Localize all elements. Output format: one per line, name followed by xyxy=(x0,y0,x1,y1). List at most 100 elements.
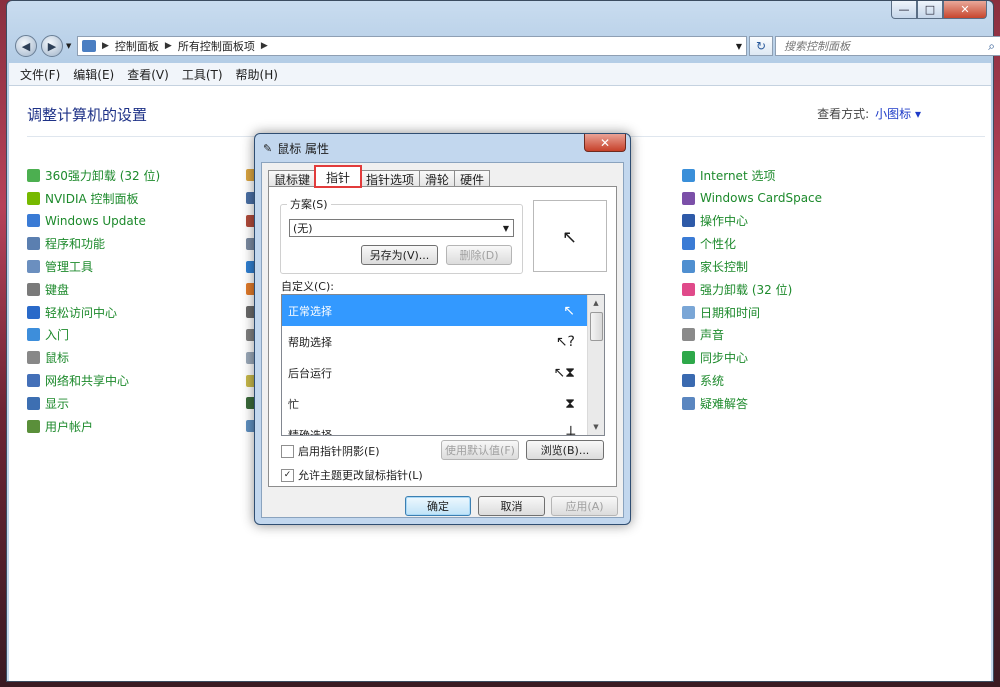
menu-view[interactable]: 查看(V) xyxy=(127,66,169,83)
back-arrow-icon: ◀ xyxy=(21,39,31,53)
menu-tools[interactable]: 工具(T) xyxy=(182,66,223,83)
item-label: 显示 xyxy=(45,396,70,411)
enable-shadow-checkbox[interactable]: 启用指针阴影(E) xyxy=(281,443,380,459)
control-panel-item[interactable]: 系统 xyxy=(682,369,822,392)
address-bar[interactable]: ▶ 控制面板 ▶ 所有控制面板项 ▶ ▼ xyxy=(77,36,747,56)
watermark-main: Bai du 经验 xyxy=(723,604,936,645)
menu-edit[interactable]: 编辑(E) xyxy=(73,66,114,83)
cursor-list-item[interactable]: 正常选择 ↖ xyxy=(282,295,587,326)
recent-pages-dropdown[interactable]: ▼ xyxy=(66,42,71,50)
maximize-button[interactable]: □ xyxy=(917,1,943,19)
control-panel-item[interactable]: 键盘 xyxy=(27,278,160,301)
item-label: 家长控制 xyxy=(700,260,749,275)
cursor-list-item[interactable]: 精确选择 ┼ xyxy=(282,419,587,436)
cursor-list[interactable]: 精确选择 ┼ 忙 ⧗ 后台运行 ↖⧗ 帮助选择 ↖? 正常选择 ↖ ▲ ▼ xyxy=(281,294,605,436)
breadcrumb-separator-icon: ▶ xyxy=(260,41,268,51)
window-controls: — □ ✕ xyxy=(891,1,987,19)
item-label: 轻松访问中心 xyxy=(45,305,118,320)
control-panel-item[interactable]: 声音 xyxy=(682,324,822,347)
breadcrumb-control-panel[interactable]: 控制面板 xyxy=(115,38,159,54)
menu-help[interactable]: 帮助(H) xyxy=(236,66,278,83)
item-label: 入门 xyxy=(45,328,70,343)
control-panel-item[interactable]: 显示 xyxy=(27,392,160,415)
right-items-column: Internet 选项 Windows CardSpace 操作中心 个性化家长控制强… xyxy=(682,164,822,415)
tab-hardware[interactable]: 硬件 xyxy=(454,170,491,187)
item-label: 声音 xyxy=(700,328,725,343)
scroll-down-icon[interactable]: ▼ xyxy=(588,419,604,435)
search-box[interactable]: ⌕ xyxy=(775,36,1000,56)
cursor-list-item[interactable]: 忙 ⧗ xyxy=(282,388,587,419)
cursor-glyph-icon: ⧗ xyxy=(565,395,575,412)
system-icon xyxy=(682,374,695,388)
checkbox-box[interactable]: ✓ xyxy=(281,468,294,482)
control-panel-item[interactable]: Windows Update xyxy=(27,210,160,233)
control-panel-item[interactable]: NVIDIA 控制面板 xyxy=(27,187,160,210)
refresh-button[interactable]: ↻ xyxy=(749,36,773,56)
apply-button[interactable]: 应用(A) xyxy=(551,496,618,516)
delete-button[interactable]: 删除(D) xyxy=(446,245,512,265)
control-panel-item[interactable]: Internet 选项 xyxy=(682,164,822,187)
control-panel-item[interactable]: 强力卸载 (32 位) xyxy=(682,278,822,301)
breadcrumb-all-items[interactable]: 所有控制面板项 xyxy=(178,38,255,54)
minimize-button[interactable]: — xyxy=(891,1,917,19)
tab-buttons[interactable]: 鼠标键 xyxy=(268,170,317,187)
control-panel-item[interactable]: 程序和功能 xyxy=(27,232,160,255)
control-panel-item[interactable]: Windows CardSpace xyxy=(682,187,822,210)
scroll-up-icon[interactable]: ▲ xyxy=(588,295,604,311)
cancel-button[interactable]: 取消 xyxy=(478,496,545,516)
control-panel-item[interactable]: 网络和共享中心 xyxy=(27,369,160,392)
item-label: 360强力卸载 (32 位) xyxy=(45,168,161,183)
chevron-down-icon: ▼ xyxy=(502,223,509,233)
cursor-list-item[interactable]: 帮助选择 ↖? xyxy=(282,326,587,357)
allow-themes-checkbox[interactable]: ✓ 允许主题更改鼠标指针(L) xyxy=(281,467,423,483)
pointers-panel: (无) ▼ 另存为(V)... 删除(D) 方案(S) ↖ 自定义(C): 精确… xyxy=(268,186,617,487)
mouse-icon xyxy=(27,351,40,365)
close-button[interactable]: ✕ xyxy=(943,1,987,19)
personalization-icon xyxy=(682,237,695,251)
list-scrollbar[interactable]: ▲ ▼ xyxy=(587,295,604,435)
control-panel-item[interactable]: 用户帐户 xyxy=(27,415,160,438)
item-label: 用户帐户 xyxy=(45,419,94,434)
control-panel-item[interactable]: 轻松访问中心 xyxy=(27,301,160,324)
view-by-dropdown[interactable]: 小图标 ▾ xyxy=(875,107,921,121)
dialog-body: 鼠标键 指针 指针选项 滑轮 硬件 (无) ▼ 另存为(V)... 删除(D) … xyxy=(261,162,624,518)
control-panel-item[interactable]: 管理工具 xyxy=(27,255,160,278)
save-as-button[interactable]: 另存为(V)... xyxy=(361,245,438,265)
tab-pointer-options[interactable]: 指针选项 xyxy=(360,170,421,187)
use-default-button[interactable]: 使用默认值(F) xyxy=(441,440,519,460)
control-panel-item[interactable]: 疑难解答 xyxy=(682,392,822,415)
control-panel-item[interactable]: 入门 xyxy=(27,324,160,347)
ok-button[interactable]: 确定 xyxy=(405,496,471,516)
cursor-list-item[interactable]: 后台运行 ↖⧗ xyxy=(282,357,587,388)
control-panel-item[interactable]: 日期和时间 xyxy=(682,301,822,324)
item-label: Windows Update xyxy=(45,213,146,228)
arrow-cursor-icon: ↖ xyxy=(562,227,578,248)
item-label: 管理工具 xyxy=(45,260,94,275)
mouse-icon: ✎ xyxy=(263,142,273,155)
menu-file[interactable]: 文件(F) xyxy=(20,66,60,83)
control-panel-item[interactable]: 家长控制 xyxy=(682,255,822,278)
back-button[interactable]: ◀ xyxy=(15,35,37,57)
search-input[interactable] xyxy=(782,38,976,54)
cardspace-icon xyxy=(682,191,695,205)
scheme-select[interactable]: (无) ▼ xyxy=(289,219,514,237)
dialog-close-button[interactable]: ✕ xyxy=(584,134,626,152)
item-label: 键盘 xyxy=(45,282,70,297)
item-label: Internet 选项 xyxy=(700,168,776,183)
browse-button[interactable]: 浏览(B)... xyxy=(526,440,604,460)
tab-wheel[interactable]: 滑轮 xyxy=(419,170,456,187)
control-panel-item[interactable]: 同步中心 xyxy=(682,346,822,369)
scroll-thumb[interactable] xyxy=(590,312,603,341)
control-panel-item[interactable]: 360强力卸载 (32 位) xyxy=(27,164,160,187)
dialog-title: 鼠标 属性 xyxy=(277,142,330,156)
forward-button[interactable]: ▶ xyxy=(41,35,63,57)
search-icon[interactable]: ⌕ xyxy=(988,39,995,54)
control-panel-item[interactable]: 鼠标 xyxy=(27,346,160,369)
tab-pointers[interactable]: 指针 xyxy=(314,165,363,188)
control-panel-item[interactable]: 操作中心 xyxy=(682,210,822,233)
control-panel-item[interactable]: 个性化 xyxy=(682,232,822,255)
enable-shadow-label: 启用指针阴影(E) xyxy=(298,445,380,458)
checkbox-box[interactable] xyxy=(281,444,294,458)
allow-themes-label: 允许主题更改鼠标指针(L) xyxy=(298,469,423,482)
address-dropdown-icon[interactable]: ▼ xyxy=(736,42,742,51)
